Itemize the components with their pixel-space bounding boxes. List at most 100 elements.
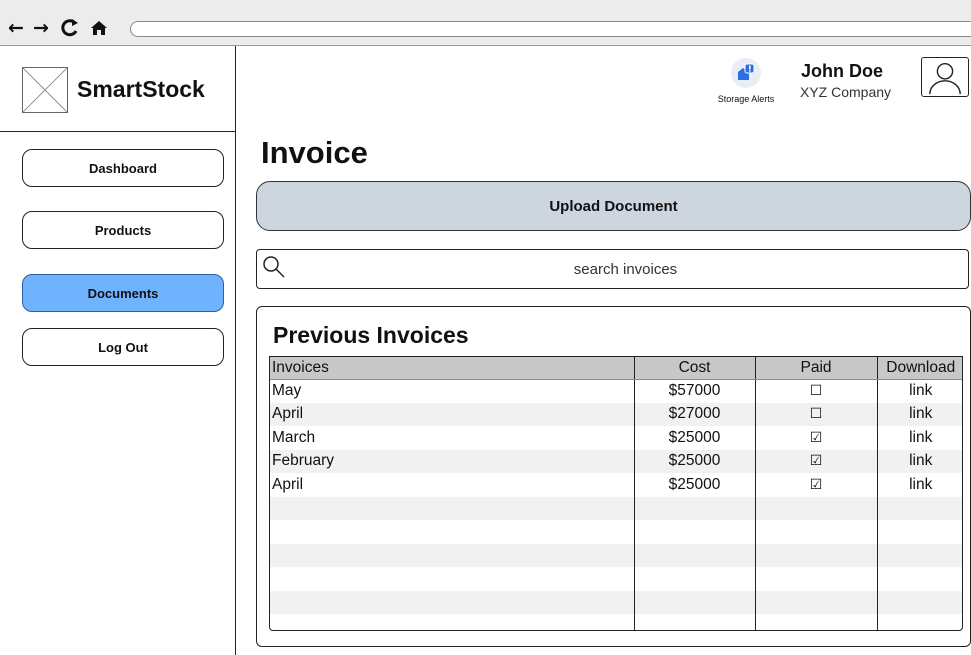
empty-cell <box>755 567 878 591</box>
table-cell: $25000 <box>634 426 756 450</box>
download-link[interactable]: link <box>909 405 932 422</box>
storage-alerts-label: Storage Alerts <box>717 94 775 104</box>
download-link[interactable]: link <box>909 429 932 446</box>
empty-cell <box>634 614 756 630</box>
empty-cell <box>270 543 635 567</box>
empty-cell <box>270 590 635 614</box>
table-cell: link <box>877 449 962 473</box>
table-header-row: Invoices Cost Paid Download <box>270 357 962 380</box>
empty-cell <box>877 614 962 630</box>
empty-cell <box>270 614 635 630</box>
table-cell: ☑ <box>755 473 878 497</box>
download-link[interactable]: link <box>909 452 932 469</box>
table-cell: ☐ <box>755 402 878 426</box>
download-link[interactable]: link <box>909 476 932 493</box>
invoices-table-body: May $57000 ☐ link April $27000 ☐ link March $2500… <box>270 379 962 630</box>
invoices-table: Invoices Cost Paid Download May $57000 ☐ li… <box>269 356 963 631</box>
sidebar-item-products[interactable]: Products <box>22 211 224 249</box>
invoice-cost-cell: $57000 <box>668 382 721 399</box>
forward-arrow-icon[interactable]: → <box>33 18 49 38</box>
column-header-download[interactable]: Download <box>877 357 962 380</box>
column-header-paid[interactable]: Paid <box>755 357 878 380</box>
search-icon[interactable] <box>261 254 287 280</box>
table-row: March $25000 ☑ link <box>270 426 962 450</box>
empty-cell <box>755 614 878 630</box>
invoice-name-cell: February <box>272 452 335 470</box>
table-row: April $27000 ☐ link <box>270 402 962 426</box>
invoice-name-cell: April <box>272 405 304 423</box>
empty-cell <box>270 496 635 520</box>
user-company: XYZ Company <box>800 84 892 100</box>
table-cell: link <box>877 379 962 403</box>
empty-cell <box>634 520 756 544</box>
empty-cell <box>634 543 756 567</box>
browser-toolbar: ← → <box>0 0 971 46</box>
address-bar[interactable] <box>130 21 971 37</box>
storage-alerts-button[interactable]: Storage Alerts <box>708 58 784 104</box>
paid-checkbox[interactable]: ☑ <box>810 477 823 493</box>
column-header-cost[interactable]: Cost <box>634 357 756 380</box>
empty-cell <box>877 543 962 567</box>
search-bar <box>256 249 969 289</box>
table-cell: ☑ <box>755 449 878 473</box>
paid-checkbox[interactable]: ☑ <box>810 453 823 469</box>
table-cell: March <box>270 426 635 450</box>
sidebar-item-dashboard[interactable]: Dashboard <box>22 149 224 187</box>
empty-cell <box>755 496 878 520</box>
empty-cell <box>755 543 878 567</box>
table-cell: April <box>270 402 635 426</box>
home-icon[interactable] <box>89 18 109 42</box>
invoice-name-cell: March <box>272 428 316 446</box>
logo-area: SmartStock <box>0 46 236 132</box>
empty-cell <box>755 590 878 614</box>
search-input[interactable] <box>293 254 958 284</box>
empty-cell <box>634 590 756 614</box>
storage-alert-icon <box>731 58 761 88</box>
table-cell: ☑ <box>755 426 878 450</box>
empty-cell <box>270 520 635 544</box>
paid-checkbox[interactable]: ☐ <box>810 383 823 399</box>
empty-table-row <box>270 496 962 520</box>
sidebar-item-documents[interactable]: Documents <box>22 274 224 312</box>
logo-placeholder-icon <box>22 67 68 113</box>
empty-cell <box>634 496 756 520</box>
table-cell: $25000 <box>634 449 756 473</box>
user-name: John Doe <box>801 61 884 81</box>
table-cell: $25000 <box>634 473 756 497</box>
table-cell: April <box>270 473 635 497</box>
avatar[interactable] <box>921 57 969 97</box>
paid-checkbox[interactable]: ☑ <box>810 430 823 446</box>
empty-cell <box>877 520 962 544</box>
table-cell: $27000 <box>634 402 756 426</box>
empty-cell <box>634 567 756 591</box>
column-header-invoices[interactable]: Invoices <box>270 357 635 380</box>
brand-name: SmartStock <box>77 76 205 102</box>
reload-icon[interactable] <box>60 18 82 42</box>
panel-title: Previous Invoices <box>273 322 469 348</box>
table-cell: link <box>877 426 962 450</box>
invoice-name-cell: May <box>272 382 302 399</box>
table-row: May $57000 ☐ link <box>270 379 962 403</box>
sidebar-item-log-out[interactable]: Log Out <box>22 328 224 366</box>
download-link[interactable]: link <box>909 382 932 399</box>
invoice-cost-cell: $25000 <box>668 452 721 470</box>
empty-cell <box>270 567 635 591</box>
sidebar: SmartStock Dashboard Products Documents … <box>0 46 236 655</box>
empty-cell <box>877 567 962 591</box>
table-cell: $57000 <box>634 379 756 403</box>
invoice-cost-cell: $27000 <box>668 405 721 423</box>
invoice-cost-cell: $25000 <box>668 428 721 446</box>
table-row: February $25000 ☑ link <box>270 449 962 473</box>
back-arrow-icon[interactable]: ← <box>8 18 24 38</box>
upload-document-button[interactable]: Upload Document <box>256 181 971 231</box>
table-cell: February <box>270 449 635 473</box>
table-cell: ☐ <box>755 379 878 403</box>
table-row: April $25000 ☑ link <box>270 473 962 497</box>
table-cell: May <box>270 379 635 403</box>
table-cell: link <box>877 473 962 497</box>
empty-table-row <box>270 567 962 591</box>
empty-table-row <box>270 520 962 544</box>
empty-cell <box>877 590 962 614</box>
empty-cell <box>755 520 878 544</box>
paid-checkbox[interactable]: ☐ <box>810 406 823 422</box>
